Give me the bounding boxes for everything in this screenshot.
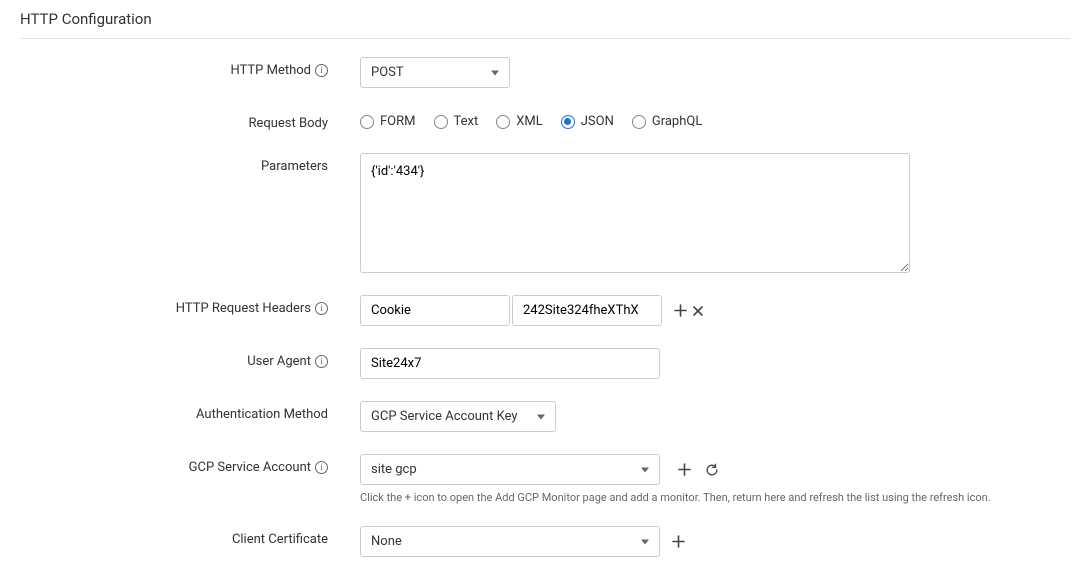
label-client-certificate-text: Client Certificate — [232, 532, 328, 547]
radio-json-label: JSON — [581, 114, 614, 129]
radio-graphql[interactable]: GraphQL — [632, 114, 702, 129]
client-cert-controls: None — [360, 526, 1070, 557]
add-client-certificate-button[interactable] — [668, 532, 688, 552]
chevron-down-icon — [491, 70, 499, 75]
client-certificate-value: None — [371, 534, 402, 549]
header-row — [360, 295, 1070, 326]
label-user-agent: User Agent i — [20, 348, 360, 369]
row-http-request-headers: HTTP Request Headers i — [20, 295, 1070, 326]
chevron-down-icon — [537, 414, 545, 419]
info-icon[interactable]: i — [315, 461, 328, 474]
radio-text-label: Text — [454, 114, 479, 129]
radio-json[interactable]: JSON — [561, 114, 614, 129]
add-gcp-button[interactable] — [674, 460, 694, 480]
row-parameters: Parameters — [20, 153, 1070, 273]
section-title: HTTP Configuration — [20, 10, 1070, 39]
plus-icon — [674, 304, 687, 317]
gcp-service-account-value: site gcp — [371, 462, 417, 477]
label-request-body: Request Body — [20, 110, 360, 131]
row-request-body: Request Body FORM Text XML JSON GraphQL — [20, 110, 1070, 131]
info-icon[interactable]: i — [315, 302, 328, 315]
http-method-select[interactable]: POST — [360, 57, 510, 88]
chevron-down-icon — [641, 539, 649, 544]
label-user-agent-text: User Agent — [247, 354, 311, 369]
radio-form-label: FORM — [380, 114, 416, 129]
refresh-icon — [705, 463, 719, 477]
http-method-value: POST — [371, 65, 404, 80]
plus-icon — [672, 535, 685, 548]
gcp-service-account-select[interactable]: site gcp — [360, 454, 660, 485]
parameters-textarea[interactable] — [360, 153, 910, 273]
request-body-radio-group: FORM Text XML JSON GraphQL — [360, 110, 1070, 129]
label-parameters: Parameters — [20, 153, 360, 174]
gcp-helper-text: Click the + icon to open the Add GCP Mon… — [360, 491, 1070, 504]
label-gcp-service-account: GCP Service Account i — [20, 454, 360, 475]
gcp-controls: site gcp — [360, 454, 1070, 485]
authentication-method-select[interactable]: GCP Service Account Key — [360, 401, 556, 432]
label-http-method: HTTP Method i — [20, 57, 360, 78]
info-icon[interactable]: i — [315, 355, 328, 368]
radio-xml-label: XML — [516, 114, 543, 129]
refresh-gcp-button[interactable] — [702, 460, 722, 480]
label-request-body-text: Request Body — [248, 116, 328, 131]
radio-form[interactable]: FORM — [360, 114, 416, 129]
label-parameters-text: Parameters — [261, 159, 328, 174]
label-gcp-service-account-text: GCP Service Account — [189, 460, 311, 475]
row-user-agent: User Agent i — [20, 348, 1070, 379]
header-name-input[interactable] — [360, 295, 510, 326]
radio-circle-selected-icon — [561, 115, 575, 129]
user-agent-input[interactable] — [360, 348, 660, 379]
close-icon — [692, 305, 704, 317]
label-http-request-headers-text: HTTP Request Headers — [176, 301, 311, 316]
authentication-method-value: GCP Service Account Key — [371, 409, 518, 424]
add-header-button[interactable] — [670, 301, 690, 321]
label-http-method-text: HTTP Method — [230, 63, 311, 78]
client-certificate-select[interactable]: None — [360, 526, 660, 557]
row-http-method: HTTP Method i POST — [20, 57, 1070, 88]
info-icon[interactable]: i — [315, 64, 328, 77]
radio-graphql-label: GraphQL — [652, 114, 702, 129]
radio-circle-icon — [496, 115, 510, 129]
row-authentication-method: Authentication Method GCP Service Accoun… — [20, 401, 1070, 432]
header-value-input[interactable] — [512, 295, 662, 326]
radio-circle-icon — [434, 115, 448, 129]
chevron-down-icon — [641, 467, 649, 472]
radio-circle-icon — [632, 115, 646, 129]
plus-icon — [678, 463, 691, 476]
radio-xml[interactable]: XML — [496, 114, 543, 129]
remove-header-button[interactable] — [688, 301, 708, 321]
row-client-certificate: Client Certificate None — [20, 526, 1070, 557]
radio-circle-icon — [360, 115, 374, 129]
radio-text[interactable]: Text — [434, 114, 479, 129]
row-gcp-service-account: GCP Service Account i site gcp Click the… — [20, 454, 1070, 504]
label-authentication-method: Authentication Method — [20, 401, 360, 422]
label-http-request-headers: HTTP Request Headers i — [20, 295, 360, 316]
label-authentication-method-text: Authentication Method — [196, 407, 328, 422]
